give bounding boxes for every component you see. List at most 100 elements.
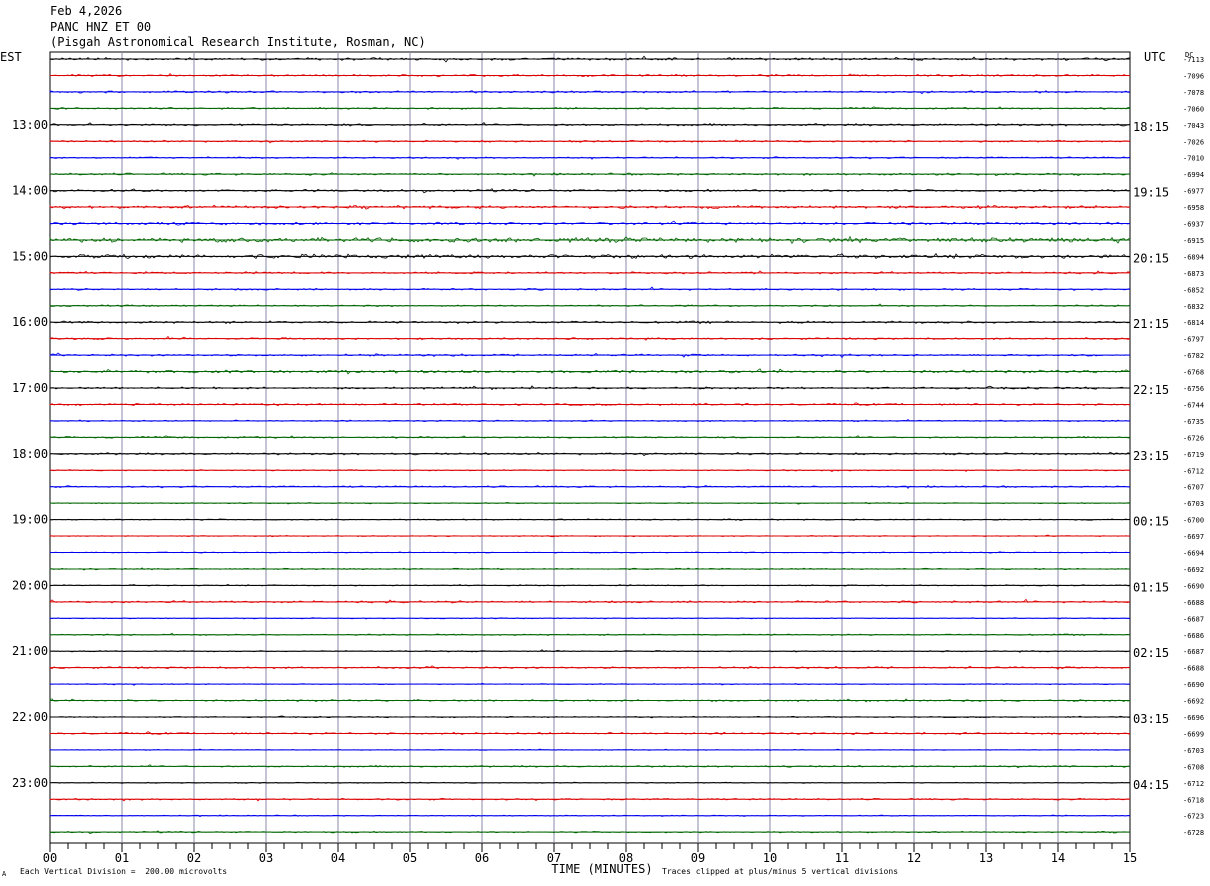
est-hour-label: 18:00 (12, 447, 48, 461)
dc-offset-label: -6692 (1183, 698, 1204, 706)
dc-offset-label: -6686 (1183, 632, 1204, 640)
dc-offset-label: -6707 (1183, 484, 1204, 492)
trace-line (49, 139, 1131, 144)
dc-offset-label: -7060 (1183, 105, 1204, 113)
utc-hour-label: 02:15 (1133, 646, 1169, 660)
utc-hour-label: 03:15 (1133, 712, 1169, 726)
utc-hour-label: 19:15 (1133, 186, 1169, 200)
dc-offset-label: -6915 (1183, 237, 1204, 245)
x-tick-label: 14 (1051, 851, 1065, 865)
dc-offset-label: -6688 (1183, 665, 1204, 673)
trace-line (49, 598, 1131, 604)
x-tick-label: 01 (115, 851, 129, 865)
dc-offset-label: -6699 (1183, 730, 1204, 738)
dc-offset-label: -6768 (1183, 369, 1204, 377)
x-tick-label: 06 (475, 851, 489, 865)
dc-offset-label: -6756 (1183, 385, 1204, 393)
utc-hour-label: 18:15 (1133, 120, 1169, 134)
dc-offset-label: -6726 (1183, 434, 1204, 442)
dc-offset-label: -6688 (1183, 599, 1204, 607)
dc-offset-label: -6873 (1183, 270, 1204, 278)
est-hour-label: 15:00 (12, 249, 48, 263)
x-axis-title: TIME (MINUTES) (551, 862, 652, 876)
est-hour-label: 23:00 (12, 776, 48, 790)
dc-offset-label: -6694 (1183, 550, 1204, 558)
dc-offset-label: -6958 (1183, 204, 1204, 212)
scale-note: Each Vertical Division = 200.00 microvol… (20, 867, 228, 876)
dc-offset-label: -6797 (1183, 336, 1204, 344)
x-tick-label: 10 (763, 851, 777, 865)
est-axis-title: EST (0, 50, 22, 64)
trace-group (49, 55, 1131, 834)
utc-axis-title: UTC (1144, 50, 1166, 64)
dc-offset-label: -6718 (1183, 796, 1204, 804)
dc-offset-label: -7010 (1183, 155, 1204, 163)
dc-offset-label: -6937 (1183, 221, 1204, 229)
dc-offset-label: -7043 (1183, 122, 1204, 130)
x-tick-label: 09 (691, 851, 705, 865)
utc-hour-label: 04:15 (1133, 778, 1169, 792)
est-hour-label: 13:00 (12, 118, 48, 132)
x-tick-label: 00 (43, 851, 57, 865)
plot-frame (49, 51, 1131, 844)
dc-offset-label: -6696 (1183, 714, 1204, 722)
dc-offset-label: -6994 (1183, 171, 1204, 179)
dc-offset-label: -6852 (1183, 286, 1204, 294)
dc-offset-label: -6708 (1183, 763, 1204, 771)
dc-offset-label: -6687 (1183, 648, 1204, 656)
helicorder-chart: -7113-7096-7078-7060-7043-7026-7010-6994… (0, 50, 1204, 876)
x-tick-label: 11 (835, 851, 849, 865)
utc-hour-label: 00:15 (1133, 515, 1169, 529)
dc-offset-label: -6735 (1183, 418, 1204, 426)
dc-offset-label: -6712 (1183, 467, 1204, 475)
x-tick-label: 04 (331, 851, 345, 865)
est-hour-label: 17:00 (12, 381, 48, 395)
dc-offset-label: -6712 (1183, 780, 1204, 788)
dc-offset-label: -6832 (1183, 303, 1204, 311)
utc-hour-label: 23:15 (1133, 449, 1169, 463)
trace-line (49, 814, 1131, 818)
trace-line (49, 518, 1131, 521)
x-tick-label: 15 (1123, 851, 1137, 865)
est-hour-label: 22:00 (12, 710, 48, 724)
dc-offset-label: -6814 (1183, 319, 1204, 327)
x-tick-label: 03 (259, 851, 273, 865)
dc-offset-label: -6782 (1183, 352, 1204, 360)
utc-hour-label: 21:15 (1133, 317, 1169, 331)
trace-line (49, 764, 1130, 769)
dc-offset-label: -6728 (1183, 829, 1204, 837)
dc-column-title: DC (1185, 51, 1193, 59)
dc-offset-label: -6719 (1183, 451, 1204, 459)
utc-hour-label: 22:15 (1133, 383, 1169, 397)
trace-line (49, 335, 1131, 341)
dc-offset-label: -6894 (1183, 253, 1204, 261)
utc-hour-label: 20:15 (1133, 251, 1169, 265)
trace-line (49, 286, 1131, 291)
x-tick-label: 05 (403, 851, 417, 865)
dc-offset-label: -6692 (1183, 566, 1204, 574)
est-hour-label: 16:00 (12, 315, 48, 329)
dc-offset-label: -7026 (1183, 138, 1204, 146)
x-tick-label: 12 (907, 851, 921, 865)
dc-offset-label: -7078 (1183, 89, 1204, 97)
trace-line (49, 501, 1131, 505)
dc-offset-label: -6723 (1183, 813, 1204, 821)
dc-offset-label: -6703 (1183, 747, 1204, 755)
trace-line (49, 665, 1131, 670)
dc-offset-label: -6700 (1183, 517, 1204, 525)
clip-note: Traces clipped at plus/minus 5 vertical … (662, 867, 899, 876)
dc-offset-label: -6977 (1183, 188, 1204, 196)
x-tick-label: 13 (979, 851, 993, 865)
trace-line (49, 649, 1131, 653)
est-hour-label: 20:00 (12, 578, 48, 592)
trace-line (49, 830, 1131, 834)
dc-offset-label: -7096 (1183, 72, 1204, 80)
est-hour-label: 21:00 (12, 644, 48, 658)
dc-offset-label: -6687 (1183, 615, 1204, 623)
utc-hour-label: 01:15 (1133, 580, 1169, 594)
est-hour-label: 14:00 (12, 184, 48, 198)
dc-offset-label: -6697 (1183, 533, 1204, 541)
corner-mark: A (2, 870, 7, 878)
x-tick-label: 02 (187, 851, 201, 865)
est-hour-label: 19:00 (12, 513, 48, 527)
